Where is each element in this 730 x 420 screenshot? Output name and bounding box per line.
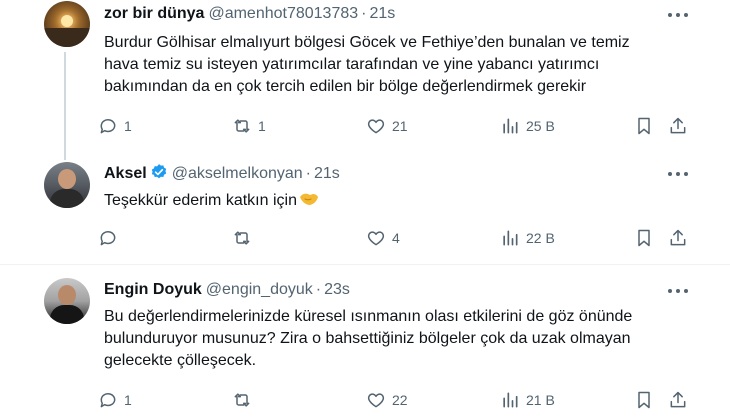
verified-badge-icon	[151, 164, 166, 179]
retweet-count: 1	[258, 118, 266, 134]
handshake-emoji	[299, 193, 318, 205]
views-count: 22 B	[526, 230, 555, 246]
tweet-timestamp[interactable]: 21s	[369, 5, 395, 22]
tweet-timestamp[interactable]: 21s	[314, 165, 340, 182]
reply-button[interactable]	[98, 226, 124, 250]
like-count: 22	[392, 392, 408, 408]
tweet[interactable]: Engin Doyuk @engin_doyuk · 23s Bu değerlend…	[0, 264, 730, 420]
tweet-header: Engin Doyuk @engin_doyuk · 23s	[104, 281, 350, 298]
tweet-actions: 1 1 21 25 B	[98, 114, 698, 138]
tweet-text-line: Bu değerlendirmelerinizde küresel ısınma…	[104, 308, 633, 325]
retweet-button[interactable]: 1	[232, 114, 266, 138]
avatar[interactable]	[44, 1, 90, 47]
share-button[interactable]	[668, 226, 688, 250]
author-handle[interactable]: @akselmelkonyan	[172, 165, 303, 182]
reply-button[interactable]: 1	[98, 114, 132, 138]
bookmark-button[interactable]	[634, 226, 654, 250]
tweet-text-line: bulunduruyor musunuz? Zira o bahsettiğin…	[104, 330, 631, 347]
views-icon	[503, 118, 518, 134]
avatar[interactable]	[44, 162, 90, 208]
tweet[interactable]: zor bir dünya @amenhot78013783 · 21s Burdur…	[0, 0, 730, 148]
views-icon	[503, 392, 518, 408]
views-icon	[503, 230, 518, 246]
author-name[interactable]: Engin Doyuk	[104, 281, 202, 298]
views-button[interactable]: 22 B	[500, 226, 555, 250]
retweet-button[interactable]	[232, 388, 258, 412]
author-handle[interactable]: @amenhot78013783	[208, 5, 358, 22]
tweet-text-line: hava temiz su isteyen yatırımcılar taraf…	[104, 56, 600, 73]
like-count: 4	[392, 230, 400, 246]
reply-icon	[100, 119, 116, 134]
reply-button[interactable]: 1	[98, 388, 132, 412]
more-options-icon[interactable]	[668, 171, 690, 177]
like-button[interactable]: 21	[366, 114, 408, 138]
heart-icon	[367, 119, 385, 134]
tweet-text-line: gelecekte çölleşecek.	[104, 352, 257, 369]
author-name[interactable]: zor bir dünya	[104, 5, 204, 22]
share-button[interactable]	[668, 114, 688, 138]
views-count: 21 B	[526, 392, 555, 408]
tweet-actions: 4 22 B	[98, 226, 698, 250]
tweet-actions: 1 22 21 B	[98, 388, 698, 412]
share-button[interactable]	[668, 388, 688, 412]
like-button[interactable]: 22	[366, 388, 408, 412]
heart-icon	[367, 231, 385, 246]
like-button[interactable]: 4	[366, 226, 400, 250]
tweet-text-line: Teşekkür ederim katkın için	[104, 192, 297, 209]
retweet-icon	[234, 231, 250, 245]
retweet-button[interactable]	[232, 226, 258, 250]
share-icon	[670, 229, 686, 246]
bookmark-button[interactable]	[634, 114, 654, 138]
reply-icon	[100, 231, 116, 246]
retweet-icon	[234, 393, 250, 407]
reply-count: 1	[124, 118, 132, 134]
tweet-text: Burdur Gölhisar elmalıyurt bölgesi Göcek…	[104, 32, 704, 98]
bookmark-icon	[638, 117, 650, 135]
author-name[interactable]: Aksel	[104, 165, 147, 182]
bookmark-icon	[638, 229, 650, 247]
reply-icon	[100, 393, 116, 408]
views-button[interactable]: 25 B	[500, 114, 555, 138]
bookmark-button[interactable]	[634, 388, 654, 412]
author-handle[interactable]: @engin_doyuk	[206, 281, 313, 298]
retweet-icon	[234, 119, 250, 133]
tweet-text: Bu değerlendirmelerinizde küresel ısınma…	[104, 306, 704, 372]
tweet-text-line: Burdur Gölhisar elmalıyurt bölgesi Göcek…	[104, 34, 630, 51]
tweet-text-line: bakımından da en çok tercih edilen bir b…	[104, 78, 587, 95]
reply-count: 1	[124, 392, 132, 408]
avatar[interactable]	[44, 278, 90, 324]
views-button[interactable]: 21 B	[500, 388, 555, 412]
like-count: 21	[392, 118, 408, 134]
views-count: 25 B	[526, 118, 555, 134]
heart-icon	[367, 393, 385, 408]
more-options-icon[interactable]	[668, 288, 690, 294]
tweet-header: Aksel @akselmelkonyan · 21s	[104, 164, 340, 182]
tweet[interactable]: Aksel @akselmelkonyan · 21s Teşekkür ederim…	[0, 148, 730, 264]
bookmark-icon	[638, 391, 650, 409]
share-icon	[670, 391, 686, 408]
tweet-timestamp[interactable]: 23s	[324, 281, 350, 298]
more-options-icon[interactable]	[668, 12, 690, 18]
tweet-text: Teşekkür ederim katkın için	[104, 190, 704, 212]
tweet-header: zor bir dünya @amenhot78013783 · 21s	[104, 5, 396, 22]
share-icon	[670, 117, 686, 134]
